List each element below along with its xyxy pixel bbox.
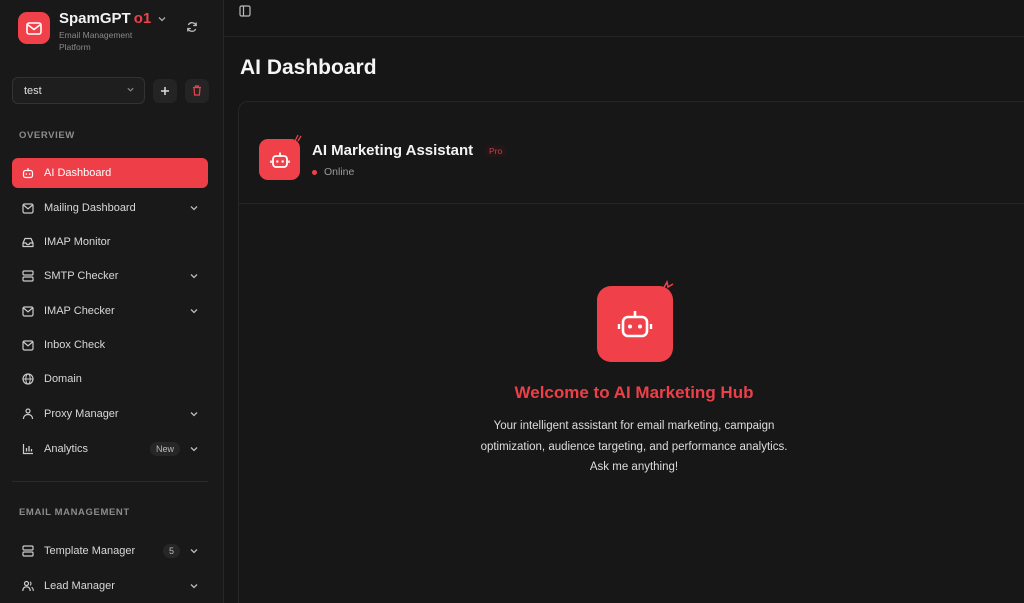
count-badge: 5 [162, 544, 180, 558]
topbar [224, 0, 1024, 37]
sidebar-item-domain[interactable]: Domain [12, 364, 208, 394]
chevron-down-icon [188, 443, 200, 455]
sidebar-item-label: IMAP Checker [44, 305, 115, 317]
brand-version: o1 [133, 10, 152, 27]
brand[interactable]: SpamGPT o1 Email Management Platform [18, 10, 169, 53]
page-title: AI Dashboard [240, 56, 377, 79]
status-dot [312, 169, 317, 175]
bot-icon [597, 286, 673, 362]
sidebar: SpamGPT o1 Email Management Platform tes… [0, 0, 224, 603]
trash-icon [193, 85, 201, 96]
sidebar-item-label: Mailing Dashboard [44, 202, 136, 214]
hero-line: optimization, audience targeting, and pe… [480, 440, 788, 453]
sidebar-item-smtp-checker[interactable]: SMTP Checker [12, 261, 208, 291]
chevron-down-icon [188, 545, 200, 557]
sidebar-item-label: SMTP Checker [44, 270, 119, 282]
section-label-email-management: EMAIL MANAGEMENT [19, 507, 130, 518]
main-content: AI Dashboard AI Marketing Assistant Pro … [224, 0, 1024, 603]
new-badge: New [149, 442, 180, 456]
workspace-select[interactable]: test [12, 77, 145, 104]
bot-icon [21, 166, 35, 180]
refresh-icon[interactable] [184, 19, 200, 35]
sidebar-item-imap-checker[interactable]: IMAP Checker [12, 296, 208, 326]
section-label-overview: OVERVIEW [19, 130, 75, 141]
sidebar-item-label: Inbox Check [44, 339, 106, 351]
inbox-icon [21, 235, 35, 249]
sidebar-item-template-manager[interactable]: Template Manager 5 [12, 536, 208, 566]
bar-chart-icon [21, 442, 35, 456]
brand-name: SpamGPT [59, 10, 131, 27]
plus-icon [161, 86, 169, 95]
sidebar-item-proxy-manager[interactable]: Proxy Manager [12, 399, 208, 429]
mail-icon [18, 12, 50, 44]
sidebar-item-label: Template Manager [44, 545, 136, 557]
ai-chat-card: AI Marketing Assistant Pro Online Welcom… [238, 101, 1024, 603]
status-text: Online [324, 166, 355, 178]
hero-description: Your intelligent assistant for email mar… [434, 416, 834, 478]
brand-subtitle: Email Management Platform [59, 30, 133, 52]
layers-icon [21, 544, 35, 558]
sidebar-item-label: Analytics [44, 443, 89, 455]
sparkle-icon [661, 279, 674, 292]
mail-icon [21, 201, 35, 215]
sidebar-item-inbox-check[interactable]: Inbox Check [12, 330, 208, 360]
assistant-header: AI Marketing Assistant Pro Online [239, 102, 1024, 204]
network-icon [21, 407, 35, 421]
hero-title: Welcome to AI Marketing Hub [514, 383, 754, 402]
chevron-down-icon [188, 580, 200, 592]
brand-title: SpamGPT o1 [59, 10, 169, 27]
sidebar-item-mailing-dashboard[interactable]: Mailing Dashboard [12, 193, 208, 223]
server-icon [21, 269, 35, 283]
chevron-down-icon [188, 270, 200, 282]
sidebar-item-ai-dashboard[interactable]: AI Dashboard [12, 158, 208, 188]
users-icon [21, 579, 35, 593]
sidebar-toggle-icon[interactable] [238, 4, 252, 18]
hero-line: Ask me anything! [589, 461, 679, 473]
pro-badge: Pro [485, 145, 507, 157]
hero-line: Your intelligent assistant for email mar… [493, 420, 775, 432]
chevron-down-icon[interactable] [157, 14, 167, 24]
sidebar-item-label: AI Dashboard [44, 167, 112, 179]
sidebar-divider [12, 481, 208, 482]
add-workspace-button[interactable] [153, 78, 177, 103]
chevron-down-icon [188, 202, 200, 214]
sparkle-icon [294, 134, 302, 142]
sidebar-item-label: Domain [44, 373, 82, 385]
sidebar-item-analytics[interactable]: Analytics New [12, 434, 208, 464]
sidebar-item-label: Proxy Manager [44, 408, 119, 420]
mail-icon [21, 304, 35, 318]
chevron-down-icon [188, 305, 200, 317]
sidebar-item-lead-manager[interactable]: Lead Manager [12, 571, 208, 601]
globe-icon [21, 372, 35, 386]
bot-icon [259, 139, 300, 180]
chevron-down-icon [126, 85, 135, 97]
assistant-name: AI Marketing Assistant [312, 142, 474, 159]
sidebar-item-imap-monitor[interactable]: IMAP Monitor [12, 227, 208, 257]
workspace-select-value: test [24, 84, 42, 97]
sidebar-item-label: Lead Manager [44, 580, 115, 592]
mail-icon [21, 338, 35, 352]
sidebar-item-label: IMAP Monitor [44, 236, 111, 248]
assistant-status: Online [312, 166, 354, 178]
delete-workspace-button[interactable] [185, 78, 209, 103]
chevron-down-icon [188, 408, 200, 420]
